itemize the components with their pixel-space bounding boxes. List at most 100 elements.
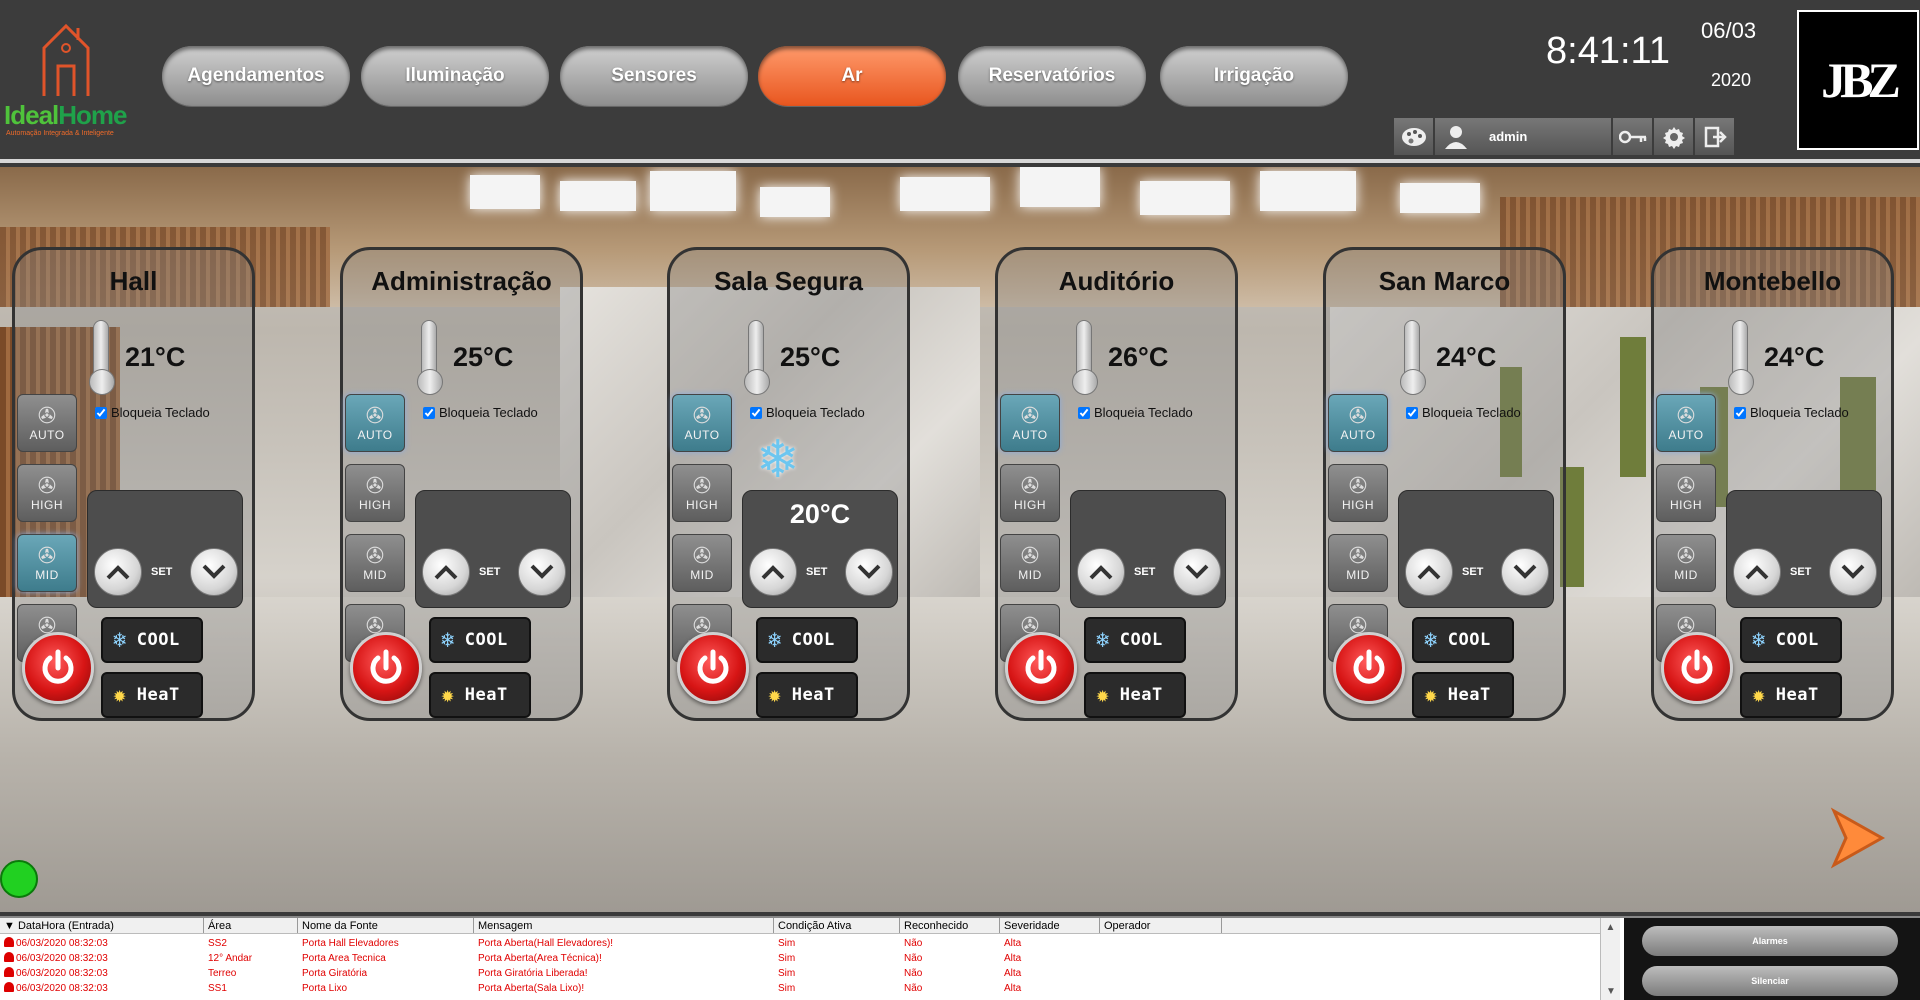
setpoint-down-button[interactable] (1829, 548, 1877, 596)
nav-sensores[interactable]: Sensores (560, 46, 748, 106)
alarm-condicao: Sim (774, 981, 900, 996)
nav-irrigacao[interactable]: Irrigação (1160, 46, 1348, 106)
fan-speed-high-button[interactable]: ✇ HIGH (1328, 464, 1388, 522)
ceiling-light (470, 175, 540, 209)
fan-speed-high-button[interactable]: ✇ HIGH (17, 464, 77, 522)
fan-speed-auto-button[interactable]: ✇ AUTO (1656, 394, 1716, 452)
fan-speed-auto-button[interactable]: ✇ AUTO (1328, 394, 1388, 452)
fan-speed-mid-button[interactable]: ✇ MID (1000, 534, 1060, 592)
col-reconhecido[interactable]: Reconhecido (900, 918, 1000, 933)
heat-mode-button[interactable]: ✹ HeaT (1084, 672, 1186, 718)
keypad-lock-label: Bloqueia Teclado (111, 405, 210, 420)
heat-mode-button[interactable]: ✹ HeaT (1740, 672, 1842, 718)
keypad-lock-checkbox[interactable] (1078, 406, 1090, 419)
col-area[interactable]: Área (204, 918, 298, 933)
fan-speed-auto-button[interactable]: ✇ AUTO (17, 394, 77, 452)
alarms-button[interactable]: Alarmes (1642, 926, 1898, 956)
setpoint-up-button[interactable] (1733, 548, 1781, 596)
col-fonte[interactable]: Nome da Fonte (298, 918, 474, 933)
fan-speed-high-button[interactable]: ✇ HIGH (672, 464, 732, 522)
col-condicao[interactable]: Condição Ativa (774, 918, 900, 933)
col-severidade[interactable]: Severidade (1000, 918, 1100, 933)
fan-speed-label: HIGH (31, 498, 63, 512)
cool-mode-button[interactable]: ❄ COOL (429, 617, 531, 663)
cool-mode-button[interactable]: ❄ COOL (756, 617, 858, 663)
fan-speed-high-button[interactable]: ✇ HIGH (1656, 464, 1716, 522)
cool-mode-button[interactable]: ❄ COOL (101, 617, 203, 663)
power-button[interactable] (22, 632, 94, 704)
scroll-up-icon[interactable]: ▲ (1601, 918, 1620, 938)
alarm-scrollbar[interactable]: ▲ ▼ (1600, 918, 1620, 1000)
setpoint-up-button[interactable] (94, 548, 142, 596)
fan-speed-high-button[interactable]: ✇ HIGH (1000, 464, 1060, 522)
alarm-row[interactable]: 06/03/2020 08:32:03 SS1 Porta Lixo Porta Ab… (0, 981, 1600, 996)
setpoint-down-button[interactable] (190, 548, 238, 596)
silence-button[interactable]: Silenciar (1642, 966, 1898, 996)
setpoint-down-button[interactable] (518, 548, 566, 596)
scroll-down-icon[interactable]: ▼ (1601, 982, 1621, 1000)
fan-speed-mid-button[interactable]: ✇ MID (672, 534, 732, 592)
alarm-table-header: ▼ DataHora (Entrada) Área Nome da Fonte … (0, 918, 1600, 934)
keypad-lock-checkbox[interactable] (1406, 406, 1418, 419)
fan-speed-auto-button[interactable]: ✇ AUTO (672, 394, 732, 452)
setpoint-down-button[interactable] (1173, 548, 1221, 596)
keypad-lock-toggle[interactable]: Bloqueia Teclado (95, 405, 210, 420)
cool-mode-button[interactable]: ❄ COOL (1412, 617, 1514, 663)
alarm-row[interactable]: 06/03/2020 08:32:03 Terreo Porta Giratória… (0, 966, 1600, 981)
setpoint-down-button[interactable] (1501, 548, 1549, 596)
green-panel (1620, 337, 1646, 477)
fan-speed-auto-button[interactable]: ✇ AUTO (345, 394, 405, 452)
fan-speed-auto-button[interactable]: ✇ AUTO (1000, 394, 1060, 452)
fan-speed-mid-button[interactable]: ✇ MID (345, 534, 405, 592)
next-page-arrow-icon[interactable] (1830, 807, 1886, 869)
heat-mode-button[interactable]: ✹ HeaT (101, 672, 203, 718)
power-button[interactable] (350, 632, 422, 704)
col-operador[interactable]: Operador (1100, 918, 1222, 933)
alarm-row[interactable]: 06/03/2020 08:32:03 SS2 Porta Hall Elevado… (0, 936, 1600, 951)
fan-speed-mid-button[interactable]: ✇ MID (1656, 534, 1716, 592)
password-button[interactable] (1613, 118, 1652, 155)
alarm-row[interactable]: 06/03/2020 08:32:03 12° Andar Porta Area T… (0, 951, 1600, 966)
setpoint-up-button[interactable] (749, 548, 797, 596)
keypad-lock-checkbox[interactable] (95, 406, 107, 419)
theme-button[interactable] (1394, 118, 1433, 155)
ceiling-light (760, 187, 830, 217)
power-button[interactable] (1005, 632, 1077, 704)
col-datahora[interactable]: ▼ DataHora (Entrada) (0, 918, 204, 933)
fan-speed-mid-button[interactable]: ✇ MID (1328, 534, 1388, 592)
keypad-lock-toggle[interactable]: Bloqueia Teclado (1078, 405, 1193, 420)
fan-speed-high-button[interactable]: ✇ HIGH (345, 464, 405, 522)
settings-button[interactable] (1654, 118, 1693, 155)
power-button[interactable] (1661, 632, 1733, 704)
power-button[interactable] (1333, 632, 1405, 704)
cool-mode-button[interactable]: ❄ COOL (1084, 617, 1186, 663)
keypad-lock-toggle[interactable]: Bloqueia Teclado (423, 405, 538, 420)
keypad-lock-toggle[interactable]: Bloqueia Teclado (1406, 405, 1521, 420)
heat-mode-button[interactable]: ✹ HeaT (1412, 672, 1514, 718)
col-mensagem[interactable]: Mensagem (474, 918, 774, 933)
heat-mode-button[interactable]: ✹ HeaT (756, 672, 858, 718)
ceiling-light (1140, 181, 1230, 215)
user-field[interactable]: admin (1435, 118, 1611, 155)
heat-mode-button[interactable]: ✹ HeaT (429, 672, 531, 718)
setpoint-down-button[interactable] (845, 548, 893, 596)
keypad-lock-checkbox[interactable] (1734, 406, 1746, 419)
nav-reservatorios[interactable]: Reservatórios (958, 46, 1146, 106)
keypad-lock-toggle[interactable]: Bloqueia Teclado (750, 405, 865, 420)
setpoint-up-button[interactable] (422, 548, 470, 596)
fan-speed-mid-button[interactable]: ✇ MID (17, 534, 77, 592)
setpoint-up-button[interactable] (1405, 548, 1453, 596)
setpoint-up-button[interactable] (1077, 548, 1125, 596)
nav-agendamentos[interactable]: Agendamentos (162, 46, 350, 106)
keypad-lock-toggle[interactable]: Bloqueia Teclado (1734, 405, 1849, 420)
cool-mode-button[interactable]: ❄ COOL (1740, 617, 1842, 663)
logout-button[interactable] (1695, 118, 1734, 155)
keypad-lock-checkbox[interactable] (423, 406, 435, 419)
zone-title: Administração (371, 266, 552, 296)
nav-ar[interactable]: Ar (758, 46, 946, 106)
keypad-lock-checkbox[interactable] (750, 406, 762, 419)
keypad-lock-label: Bloqueia Teclado (766, 405, 865, 420)
nav-iluminacao[interactable]: Iluminação (361, 46, 549, 106)
fan-speed-label: AUTO (684, 428, 720, 442)
power-button[interactable] (677, 632, 749, 704)
